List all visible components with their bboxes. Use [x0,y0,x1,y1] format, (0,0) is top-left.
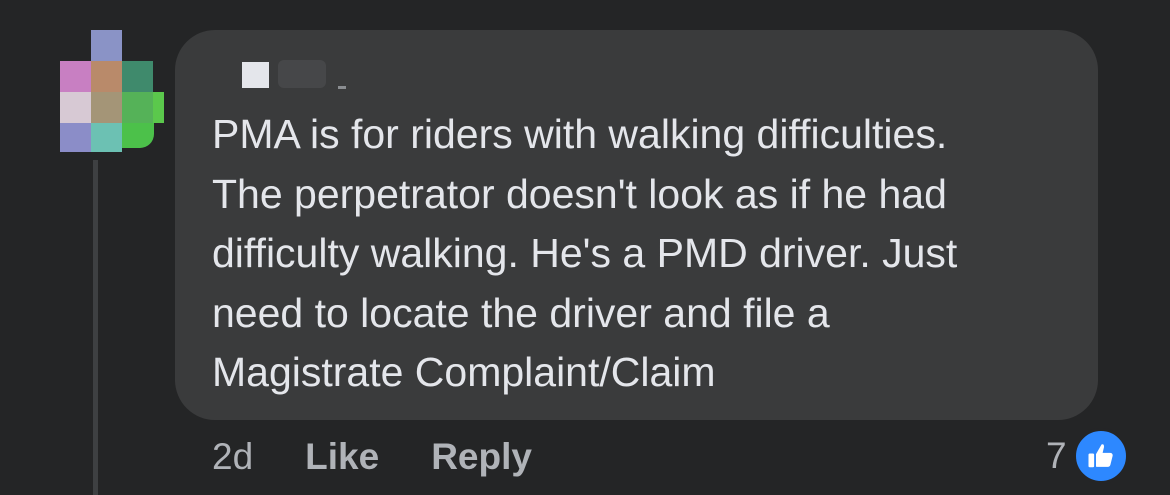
comment-actions: 2d Like Reply [212,432,532,482]
like-button[interactable]: Like [305,436,379,478]
reaction-summary[interactable]: 7 [1046,428,1129,484]
author-name-redacted[interactable] [242,60,362,90]
comment-age[interactable]: 2d [212,436,253,478]
thread-line [93,160,98,495]
thumbs-up-icon[interactable] [1072,428,1129,484]
comment-thread: PMA is for riders with walking difficult… [0,0,1170,495]
reply-button[interactable]: Reply [431,436,532,478]
avatar[interactable] [60,30,164,152]
comment-bubble: PMA is for riders with walking difficult… [175,30,1098,420]
reaction-count[interactable]: 7 [1046,435,1067,477]
comment-text: PMA is for riders with walking difficult… [212,111,958,395]
